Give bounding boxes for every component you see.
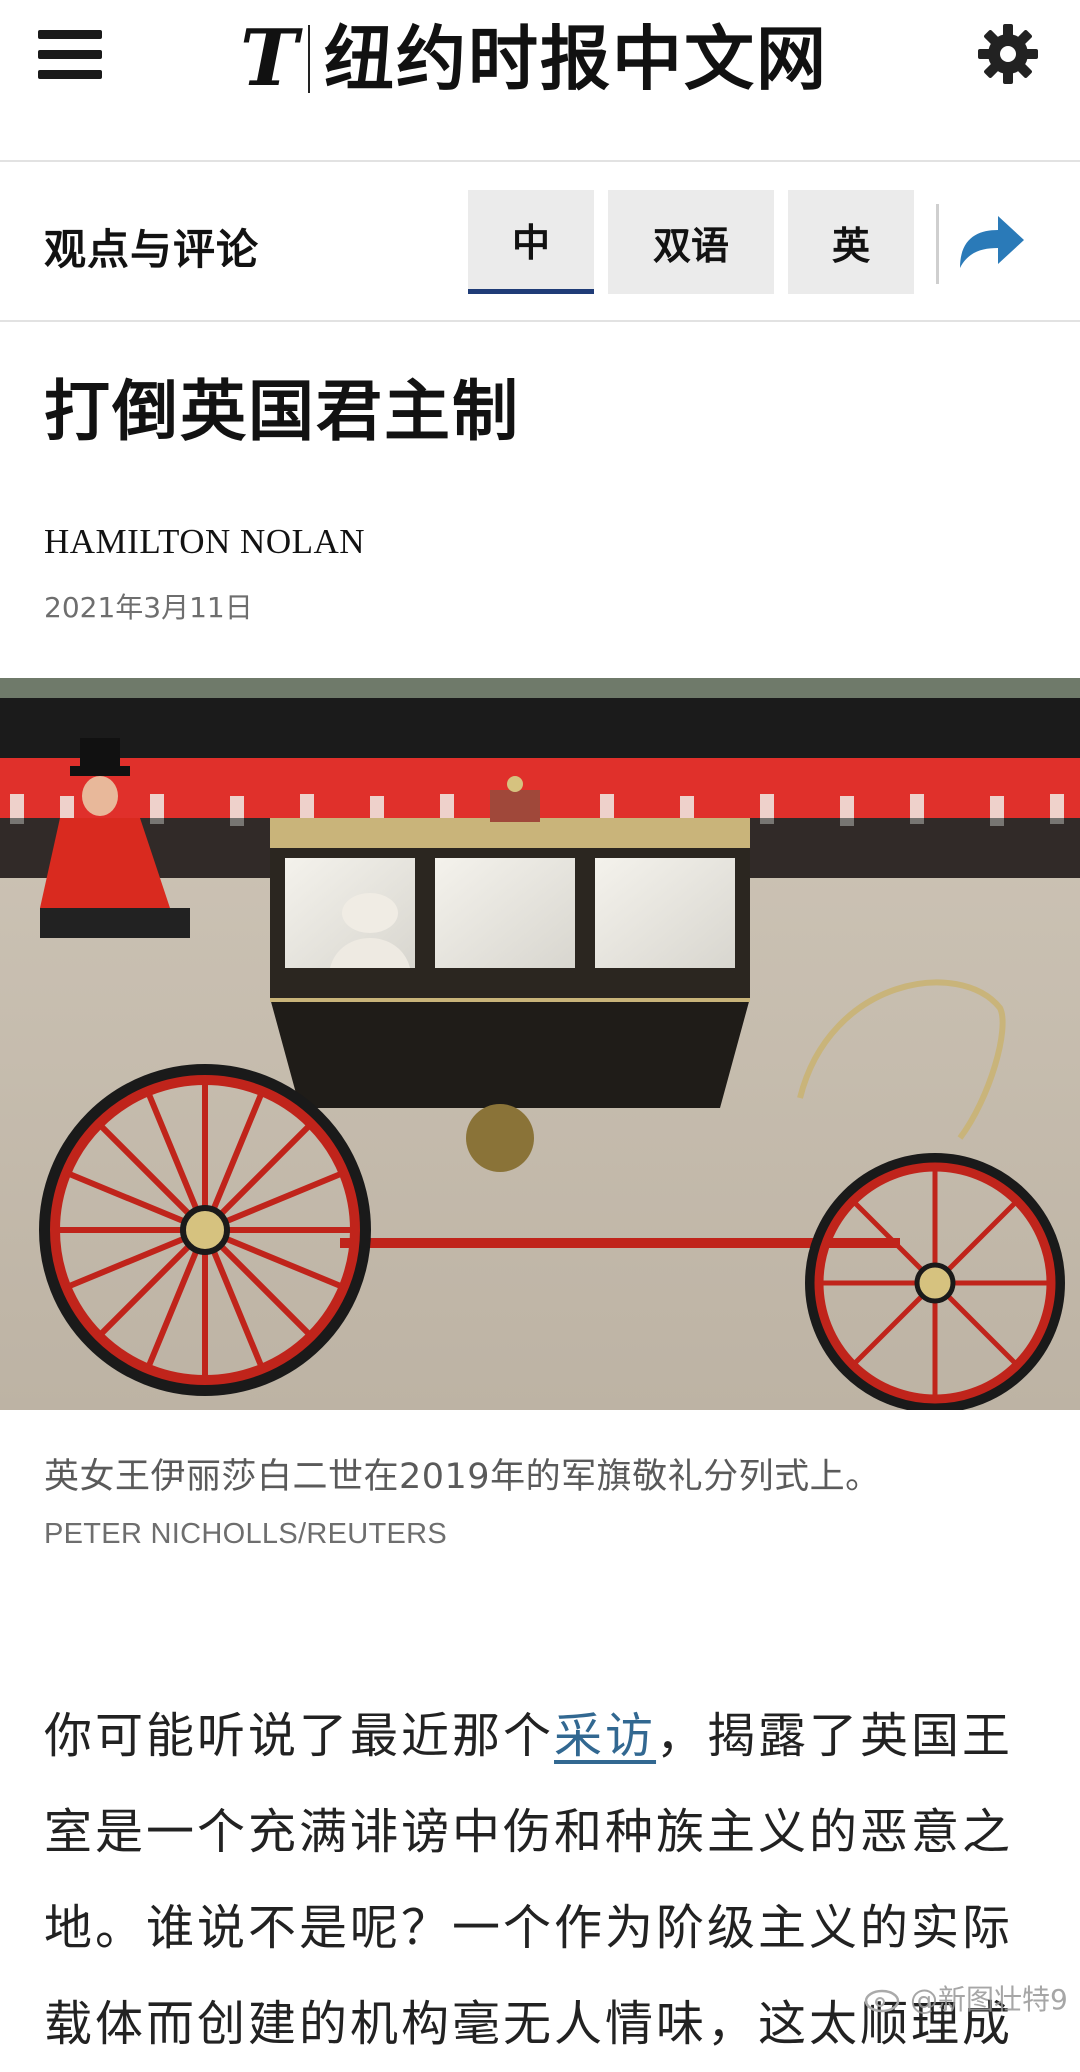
section-bar: 观点与评论 中 双语 英 — [0, 162, 1080, 322]
watermark-text: @新图壮特9 — [910, 1983, 1068, 2016]
paragraph-text-start: 你可能听说了最近那个 — [44, 1708, 555, 1764]
weibo-icon — [864, 1989, 900, 2013]
site-logo[interactable]: T 纽约时报中文网 — [240, 14, 828, 104]
tab-bilingual[interactable]: 双语 — [608, 190, 774, 294]
article-headline: 打倒英国君主制 — [44, 373, 520, 450]
top-bar: T 纽约时报中文网 — [0, 0, 1080, 162]
photo-credit: PETER NICHOLLS/REUTERS — [44, 1518, 448, 1550]
gear-icon[interactable] — [976, 22, 1040, 86]
site-name: 纽约时报中文网 — [324, 17, 829, 100]
share-arrow-icon[interactable] — [952, 208, 1028, 272]
photo-caption: 英女王伊丽莎白二世在2019年的军旗敬礼分列式上。 — [44, 1457, 881, 1497]
tab-chinese[interactable]: 中 — [468, 190, 594, 294]
section-title[interactable]: 观点与评论 — [44, 216, 259, 277]
tab-english[interactable]: 英 — [788, 190, 914, 294]
tab-divider — [936, 204, 939, 284]
hamburger-menu-icon[interactable] — [38, 30, 102, 79]
watermark: @新图壮特9 — [864, 1978, 1068, 2018]
logo-divider — [308, 25, 311, 93]
article-byline[interactable]: HAMILTON NOLAN — [44, 522, 365, 562]
nyt-logo-mark: T — [240, 13, 299, 104]
article-photo[interactable] — [0, 678, 1080, 1410]
article-date: 2021年3月11日 — [44, 591, 253, 624]
interview-link[interactable]: 采访 — [554, 1708, 656, 1764]
